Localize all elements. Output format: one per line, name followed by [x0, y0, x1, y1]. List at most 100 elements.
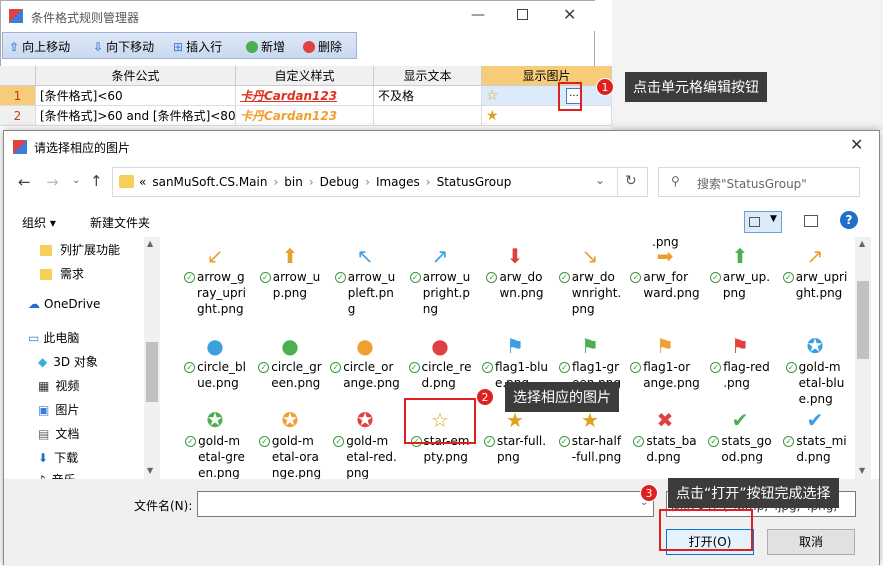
- scroll-up-icon[interactable]: ▲: [147, 239, 153, 248]
- file-item[interactable]: ⬆ ✓ arrow_u p.png: [255, 245, 325, 301]
- file-item[interactable]: ✔ ✓ stats_mi d.png: [780, 409, 850, 465]
- cancel-button[interactable]: 取消: [767, 529, 855, 555]
- file-item[interactable]: ● ✓ circle_bl ue.png: [180, 335, 250, 391]
- file-item[interactable]: ⬇ ✓ arw_do wn.png: [480, 245, 550, 301]
- nav-item[interactable]: ▣ 图片: [38, 401, 79, 418]
- file-item[interactable]: ● ✓ circle_re d.png: [405, 335, 475, 391]
- nav-item[interactable]: 列扩展功能: [40, 241, 120, 258]
- close-icon[interactable]: ✕: [563, 5, 576, 24]
- back-icon[interactable]: ←: [18, 173, 31, 191]
- file-item[interactable]: ⚑ ✓ flag-red .png: [705, 335, 775, 391]
- move-up-button[interactable]: ⇧ 向上移动: [9, 38, 70, 55]
- organize-button[interactable]: 组织 ▾: [22, 214, 56, 231]
- file-item[interactable]: ⬆ ✓ arw_up. png: [705, 245, 775, 301]
- nav-item[interactable]: 需求: [40, 265, 84, 282]
- help-icon[interactable]: ?: [840, 211, 858, 229]
- arrow-up-icon: ⇧: [9, 39, 20, 54]
- maximize-icon[interactable]: [517, 9, 528, 20]
- file-item[interactable]: ✪ ✓ gold-m etal-ora nge.png: [255, 409, 325, 479]
- file-item[interactable]: ✔ ✓ stats_go od.png: [705, 409, 775, 465]
- dialog-close-icon[interactable]: ✕: [850, 135, 863, 154]
- forward-icon[interactable]: →: [46, 173, 59, 191]
- file-name: gold-m etal-red. png: [346, 434, 397, 479]
- arrow-icon: ↙: [206, 244, 224, 268]
- breadcrumb-item[interactable]: sanMuSoft.CS.Main: [152, 175, 267, 189]
- file-item[interactable]: ↙ ✓ arrow_g ray_upri ght.png: [180, 245, 250, 317]
- image-cell[interactable]: ★: [482, 106, 612, 126]
- file-item[interactable]: ↗ ✓ arw_upri ght.png: [780, 245, 850, 301]
- filename-input[interactable]: ⌄: [197, 491, 654, 517]
- recent-chevron-icon[interactable]: ⌄: [72, 175, 80, 186]
- move-down-button[interactable]: ⇩ 向下移动: [93, 38, 154, 55]
- file-item[interactable]: ● ✓ circle_gr een.png: [255, 335, 325, 391]
- scroll-down-icon[interactable]: ▼: [859, 466, 865, 475]
- file-item[interactable]: ↗ ✓ arrow_u pright.p ng: [405, 245, 475, 317]
- nav-item[interactable]: ♪音乐: [38, 471, 76, 479]
- file-item[interactable]: ● ✓ circle_or ange.png: [330, 335, 400, 391]
- text-cell[interactable]: [374, 106, 482, 126]
- nav-item-onedrive[interactable]: ☁ OneDrive: [28, 297, 100, 311]
- text-cell[interactable]: 不及格: [374, 86, 482, 106]
- cross-icon: ✖: [656, 408, 674, 432]
- flag-icon: ⚑: [581, 334, 599, 358]
- sync-check-icon: ✓: [333, 436, 345, 447]
- preview-pane-icon[interactable]: [804, 215, 818, 227]
- search-input[interactable]: 搜索"StatusGroup": [697, 175, 807, 192]
- col-header-text[interactable]: 显示文本: [374, 66, 482, 86]
- scroll-down-icon[interactable]: ▼: [147, 466, 153, 475]
- file-item[interactable]: ★ ✓ star-half -full.png: [555, 409, 625, 465]
- col-header-formula[interactable]: 条件公式: [36, 66, 236, 86]
- add-button[interactable]: 新增: [246, 38, 285, 55]
- breadcrumb-overflow[interactable]: «: [139, 175, 146, 189]
- delete-button[interactable]: 删除: [303, 38, 342, 55]
- dialog-titlebar: 请选择相应的图片 ✕: [4, 131, 879, 161]
- file-item[interactable]: ✖ ✓ stats_ba d.png: [630, 409, 700, 465]
- nav-item[interactable]: ▦ 视频: [38, 377, 79, 394]
- dropdown-icon[interactable]: ⌄: [595, 173, 605, 187]
- callout-step2: 选择相应的图片: [505, 382, 619, 412]
- nav-item-this-pc[interactable]: ▭ 此电脑: [28, 329, 79, 346]
- style-cell[interactable]: 卡丹Cardan123: [236, 86, 374, 106]
- scroll-thumb[interactable]: [146, 342, 158, 402]
- up-icon[interactable]: ↑: [90, 172, 103, 190]
- breadcrumb-item[interactable]: Images: [376, 175, 420, 189]
- new-folder-button[interactable]: 新建文件夹: [90, 214, 150, 231]
- breadcrumb-item[interactable]: Debug: [320, 175, 359, 189]
- insert-row-button[interactable]: ⊞ 插入行: [173, 38, 222, 55]
- style-cell[interactable]: 卡丹Cardan123: [236, 106, 374, 126]
- star-half-icon: ★: [486, 108, 499, 124]
- file-item[interactable]: ↖ ✓ arrow_u pleft.pn g: [330, 245, 400, 317]
- highlight-open-button: [659, 509, 753, 551]
- nav-item[interactable]: ⬇ 下载: [38, 449, 78, 466]
- formula-cell[interactable]: [条件格式]<60: [36, 86, 236, 106]
- sync-check-icon: ✓: [709, 272, 721, 283]
- file-scrollbar[interactable]: ▲ ▼: [855, 237, 871, 479]
- breadcrumb-item[interactable]: bin: [284, 175, 303, 189]
- col-header-style[interactable]: 自定义样式: [236, 66, 374, 86]
- view-mode-button[interactable]: ▼: [744, 211, 782, 233]
- nav-item[interactable]: ▤ 文档: [38, 425, 79, 442]
- file-item[interactable]: ★ ✓ star-full. png: [480, 409, 550, 465]
- file-item[interactable]: ✪ ✓ gold-m etal-gre en.png: [180, 409, 250, 479]
- nav-scrollbar[interactable]: ▲ ▼: [144, 237, 160, 479]
- sync-check-icon: ✓: [782, 272, 794, 283]
- file-item[interactable]: ✪ ✓ gold-m etal-blu e.png: [780, 335, 850, 407]
- scroll-up-icon[interactable]: ▲: [859, 239, 865, 248]
- file-item[interactable]: ✪ ✓ gold-m etal-red. png: [330, 409, 400, 479]
- image-cell[interactable]: ☆ ...: [482, 86, 612, 106]
- breadcrumb-item[interactable]: StatusGroup: [437, 175, 512, 189]
- formula-cell[interactable]: [条件格式]>60 and [条件格式]<80: [36, 106, 236, 126]
- nav-item[interactable]: ◆ 3D 对象: [38, 353, 98, 370]
- refresh-icon[interactable]: ↻: [625, 173, 637, 189]
- file-name: flag-red .png: [723, 360, 770, 390]
- scroll-thumb[interactable]: [857, 281, 869, 359]
- col-header-image[interactable]: 显示图片: [482, 66, 612, 86]
- file-item[interactable]: ↘ ✓ arw_do wnright. png: [555, 245, 625, 317]
- minimize-icon[interactable]: —: [471, 7, 485, 23]
- file-item[interactable]: ⚑ ✓ flag1-or ange.png: [630, 335, 700, 391]
- search-box[interactable]: ⚲ 搜索"StatusGroup": [658, 167, 860, 197]
- file-item[interactable]: ➡ ✓ arw_for ward.png: [630, 245, 700, 301]
- arrow-down-icon: ⇩: [93, 39, 104, 54]
- address-bar[interactable]: « sanMuSoft.CS.Main › bin › Debug › Images ›…: [112, 167, 648, 197]
- video-icon: ▦: [38, 379, 50, 393]
